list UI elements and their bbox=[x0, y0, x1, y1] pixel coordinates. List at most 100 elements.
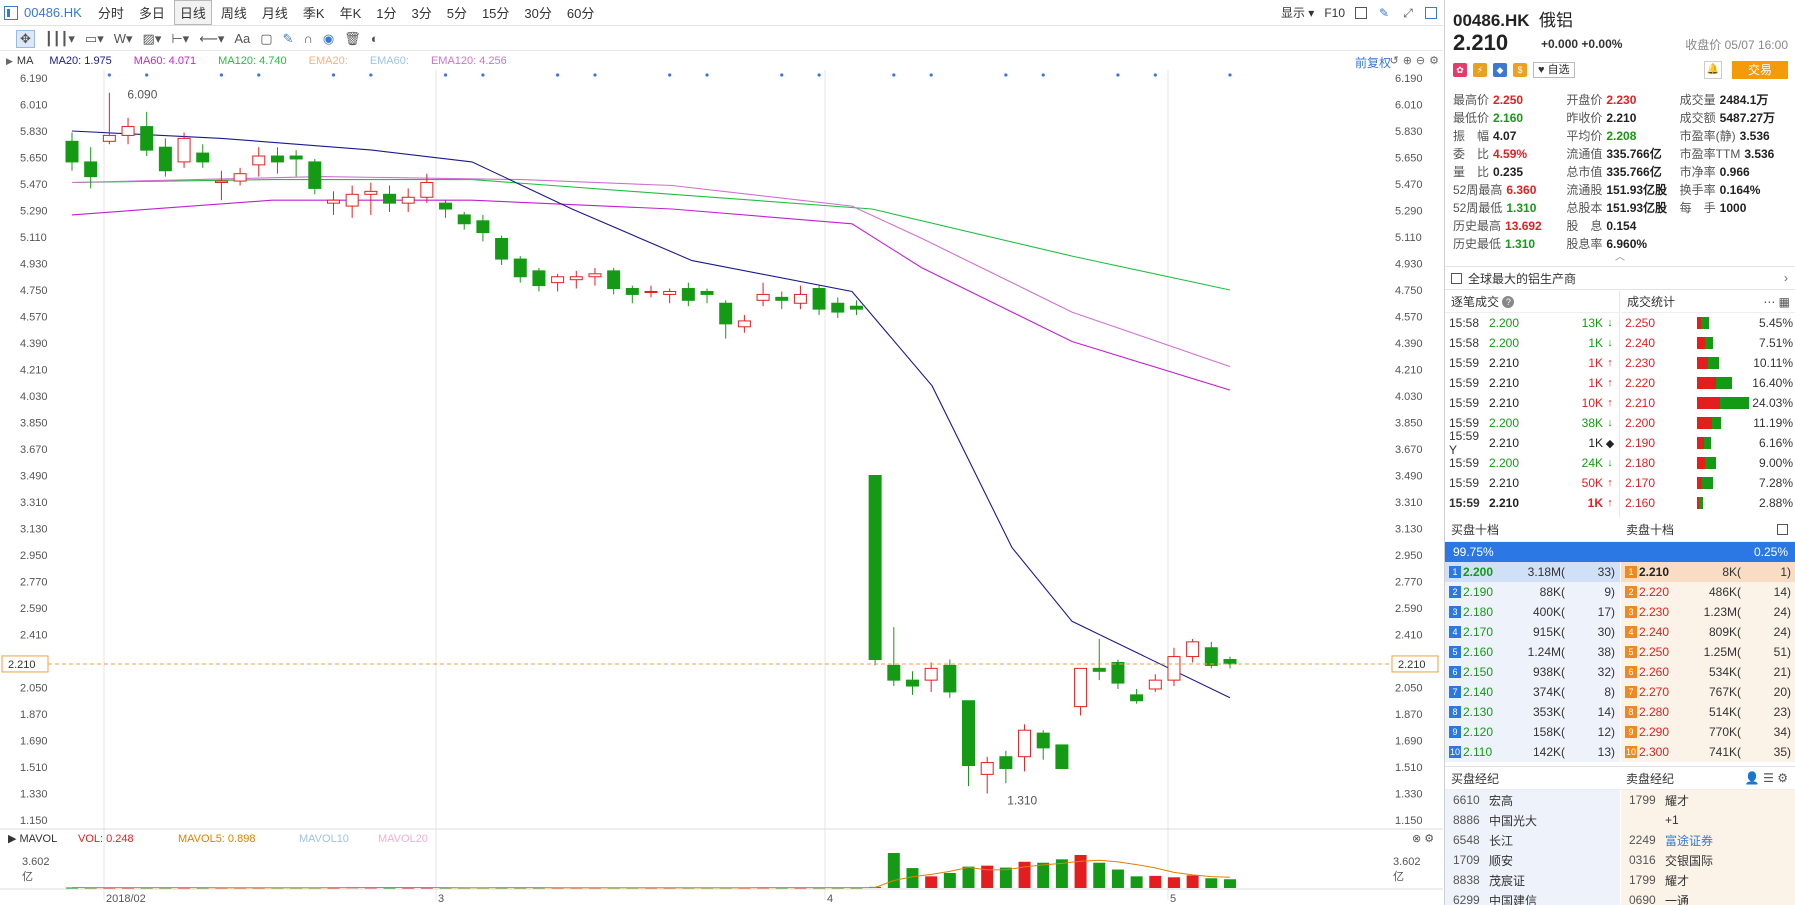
sell-order-level[interactable]: 2 2.220 486K(14) bbox=[1621, 582, 1795, 602]
period-tab-0[interactable]: 分时 bbox=[92, 0, 130, 25]
undo-icon[interactable]: ↺ bbox=[1389, 54, 1398, 67]
broker-row[interactable]: 6299 中国建信 bbox=[1445, 890, 1620, 905]
ma-legend-item[interactable]: EMA60: bbox=[370, 55, 409, 67]
flash-icon[interactable]: ⚡ bbox=[1473, 63, 1487, 77]
text-tool[interactable]: Aa bbox=[234, 31, 250, 46]
expand-icon[interactable] bbox=[1777, 524, 1788, 535]
broker-row[interactable]: 1799 耀才 bbox=[1621, 790, 1795, 810]
buy-order-level[interactable]: 4 2.170 915K(30) bbox=[1445, 622, 1620, 642]
broker-row[interactable]: 6548 长江 bbox=[1445, 830, 1620, 850]
badge-icon[interactable]: ✿ bbox=[1453, 63, 1467, 77]
sidebar-toggle-icon[interactable] bbox=[4, 5, 18, 20]
period-tab-7[interactable]: 1分 bbox=[370, 0, 402, 25]
range-tool-icon[interactable]: ⊢▾ bbox=[171, 31, 189, 47]
stock-code[interactable]: 00486.HK bbox=[24, 5, 82, 20]
settings-icon[interactable]: ⚙ bbox=[1429, 54, 1439, 67]
buy-order-level[interactable]: 10 2.110 142K(13) bbox=[1445, 742, 1620, 762]
more-icon[interactable]: ⋯ ▦ bbox=[1763, 295, 1790, 309]
buy-order-level[interactable]: 1 2.200 3.18M(33) bbox=[1445, 562, 1620, 582]
broker-row[interactable]: 1709 顺安 bbox=[1445, 850, 1620, 870]
period-tab-2[interactable]: 日线 bbox=[173, 0, 212, 25]
broker-row[interactable]: 8886 中国光大 bbox=[1445, 810, 1620, 830]
ma-legend-item[interactable]: MA60: 4.071 bbox=[134, 55, 196, 67]
buy-order-level[interactable]: 3 2.180 400K(17) bbox=[1445, 602, 1620, 622]
broker-row[interactable]: 0316 交银国际 bbox=[1621, 850, 1795, 870]
period-tab-3[interactable]: 周线 bbox=[215, 0, 253, 25]
wave-tool-icon[interactable]: W▾ bbox=[114, 31, 133, 47]
sell-order-level[interactable]: 5 2.250 1.25M(51) bbox=[1621, 642, 1795, 662]
period-tab-11[interactable]: 30分 bbox=[518, 0, 557, 25]
fullscreen-icon[interactable]: ⤢ bbox=[1401, 6, 1415, 20]
collapse-stats-icon[interactable]: ︿ bbox=[1615, 248, 1625, 263]
sell-order-level[interactable]: 1 2.210 8K(1) bbox=[1621, 562, 1795, 582]
buy-order-level[interactable]: 8 2.130 353K(14) bbox=[1445, 702, 1620, 722]
display-menu[interactable]: 显示 ▾ bbox=[1281, 4, 1314, 21]
broker-tools-icon[interactable]: 👤 ☰ ⚙ bbox=[1745, 771, 1788, 785]
broker-row[interactable]: 8838 茂宸证 bbox=[1445, 870, 1620, 890]
period-tab-9[interactable]: 5分 bbox=[441, 0, 473, 25]
broker-row[interactable]: 2249 富途证券 bbox=[1621, 830, 1795, 850]
period-tab-1[interactable]: 多日 bbox=[133, 0, 171, 25]
pattern-tool-icon[interactable]: ▨▾ bbox=[143, 31, 162, 47]
ma-name[interactable]: MA bbox=[17, 55, 34, 67]
help-icon[interactable]: ? bbox=[1502, 295, 1515, 308]
dollar-icon[interactable]: $ bbox=[1513, 63, 1527, 77]
buy-order-level[interactable]: 6 2.150 938K(32) bbox=[1445, 662, 1620, 682]
vol-legend-name[interactable]: ▶ MAVOL bbox=[8, 833, 57, 845]
period-tab-5[interactable]: 季K bbox=[297, 0, 331, 25]
vol-legend-item[interactable]: VOL: 0.248 bbox=[78, 833, 134, 845]
line-tool-icon[interactable]: ┃┃┃▾ bbox=[45, 31, 75, 47]
ma-legend-item[interactable]: MA20: 1.975 bbox=[49, 55, 111, 67]
draw-pen-icon[interactable]: ✎ bbox=[283, 31, 294, 47]
ma-collapse-icon[interactable]: ▶ bbox=[6, 56, 13, 67]
period-tab-4[interactable]: 月线 bbox=[256, 0, 294, 25]
watchlist-button[interactable]: ♥ 自选 bbox=[1533, 62, 1575, 78]
buy-order-level[interactable]: 9 2.120 158K(12) bbox=[1445, 722, 1620, 742]
cursor-tool-icon[interactable]: ✥ bbox=[16, 29, 35, 48]
f10-button[interactable]: F10 bbox=[1324, 6, 1345, 20]
period-tab-12[interactable]: 60分 bbox=[561, 0, 600, 25]
rect-tool-icon[interactable]: ▭▾ bbox=[85, 31, 104, 47]
vol-legend-item[interactable]: MAVOL5: 0.898 bbox=[178, 833, 255, 845]
add-icon[interactable]: ⊕ bbox=[1403, 54, 1412, 67]
company-banner[interactable]: 全球最大的铝生产商 › bbox=[1445, 266, 1795, 290]
broker-row[interactable]: 0690 一通 bbox=[1621, 890, 1795, 905]
buy-order-level[interactable]: 7 2.140 374K(8) bbox=[1445, 682, 1620, 702]
pen-icon[interactable]: ✎ bbox=[1377, 6, 1391, 20]
period-tab-10[interactable]: 15分 bbox=[476, 0, 515, 25]
ma-legend-item[interactable]: MA120: 4.740 bbox=[218, 55, 287, 67]
sell-order-level[interactable]: 3 2.230 1.23M(24) bbox=[1621, 602, 1795, 622]
comment-tool-icon[interactable]: ▢ bbox=[260, 31, 272, 47]
sell-order-level[interactable]: 9 2.290 770K(34) bbox=[1621, 722, 1795, 742]
sell-order-level[interactable]: 4 2.240 809K(24) bbox=[1621, 622, 1795, 642]
sell-order-level[interactable]: 6 2.260 534K(21) bbox=[1621, 662, 1795, 682]
broker-row[interactable]: +1 bbox=[1621, 810, 1795, 830]
magnet-icon[interactable]: ∩ bbox=[303, 31, 312, 46]
eye-icon[interactable]: ◉ bbox=[323, 31, 334, 47]
vol-legend-item[interactable]: MAVOL10 bbox=[299, 833, 349, 845]
arrow-tool-icon[interactable]: ⟵▾ bbox=[199, 31, 224, 47]
vol-settings-icon[interactable]: ⊗ ⚙ bbox=[1412, 833, 1434, 845]
sell-order-level[interactable]: 7 2.270 767K(20) bbox=[1621, 682, 1795, 702]
price-adjust-label[interactable]: 前复权 bbox=[1355, 54, 1391, 71]
remove-icon[interactable]: ⊖ bbox=[1416, 54, 1425, 67]
tag-icon[interactable]: ◆ bbox=[1493, 63, 1507, 77]
panel-toggle-icon[interactable] bbox=[1425, 6, 1437, 19]
trade-button[interactable]: 交易 bbox=[1732, 61, 1788, 79]
kline-chart[interactable]: 6.190 6.190 6.010 6.010 5.830 5.830 5.650 5.650… bbox=[0, 70, 1443, 905]
ma-legend-item[interactable]: EMA20: bbox=[309, 55, 348, 67]
trash-icon[interactable]: 🗑 bbox=[344, 31, 361, 47]
sell-order-level[interactable]: 10 2.300 741K(35) bbox=[1621, 742, 1795, 762]
chevron-right-icon[interactable]: › bbox=[1784, 271, 1788, 285]
layout-icon[interactable] bbox=[1355, 6, 1367, 19]
buy-order-level[interactable]: 5 2.160 1.24M(38) bbox=[1445, 642, 1620, 662]
toggle-icon[interactable]: ◐ bbox=[371, 31, 379, 46]
ma-legend-item[interactable]: EMA120: 4.256 bbox=[431, 55, 507, 67]
period-tab-6[interactable]: 年K bbox=[334, 0, 368, 25]
vol-legend-item[interactable]: MAVOL20 bbox=[378, 833, 428, 845]
broker-row[interactable]: 6610 宏高 bbox=[1445, 790, 1620, 810]
broker-row[interactable]: 1799 耀才 bbox=[1621, 870, 1795, 890]
alert-bell-icon[interactable]: 🔔 bbox=[1704, 61, 1722, 79]
period-tab-8[interactable]: 3分 bbox=[405, 0, 437, 25]
buy-order-level[interactable]: 2 2.190 88K(9) bbox=[1445, 582, 1620, 602]
